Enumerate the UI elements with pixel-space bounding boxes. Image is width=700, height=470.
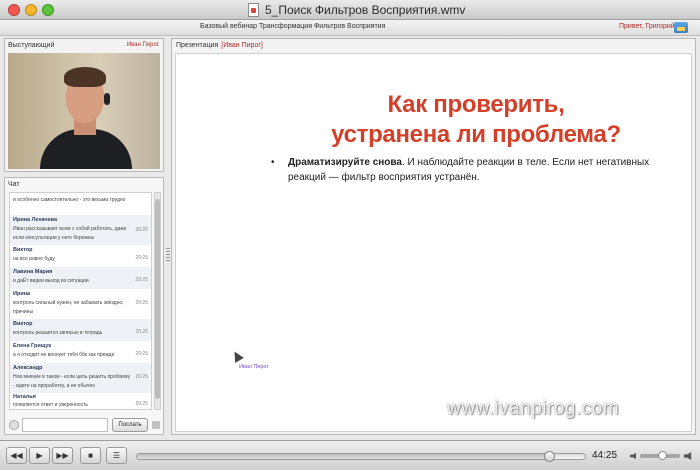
chat-message-text: контроль решается записью в тетрадь [13, 330, 103, 336]
chat-message-author: Ирина [13, 291, 31, 297]
presentation-presenter-tag: [Иван Пирог] [221, 42, 263, 49]
stop-button[interactable]: ■ [80, 447, 101, 464]
watermark: www.ivanpirog.com [447, 398, 620, 419]
chat-panel: Чат и особенно самостоятельно - это весь… [4, 177, 164, 435]
splitter-grip-icon[interactable] [166, 248, 170, 262]
zoom-window-button[interactable] [42, 4, 54, 16]
fast-forward-icon: ▶▶ [56, 451, 69, 460]
presenter-name: Иван Пирог [126, 42, 159, 48]
chat-message-author: Лавина Мария [13, 269, 53, 275]
chat-message: Лавина Мария и даЁт видеи выход из ситуа… [10, 267, 151, 289]
chat-message-text: контроль сильный нужен, не забывать звёз… [13, 300, 124, 315]
chat-message-text: Нов мнение в таком - если цель решить пр… [13, 374, 131, 389]
close-window-button[interactable] [8, 4, 20, 16]
stop-icon: ■ [88, 451, 93, 460]
title-bar: 5_Поиск Фильтров Восприятия.wmv [0, 0, 700, 20]
user-greeting: Привет, Григорий [619, 23, 675, 30]
chat-message-time: 20:25 [135, 374, 148, 380]
playback-time: 44:25 [592, 450, 618, 461]
chat-message-author: Александр [13, 365, 43, 371]
slide-title: Как проверить, устранена ли проблема? [266, 90, 686, 150]
chat-message-author: Елена Грищук [13, 343, 52, 349]
player-controls: ◀◀ ▶ ▶▶ ■ ☰ 44:25 [0, 440, 700, 470]
chat-message: Елена Грищук а я отходит не волнует тебя… [10, 341, 151, 363]
smiley-icon[interactable] [9, 420, 19, 430]
minimize-window-button[interactable] [25, 4, 37, 16]
volume-low-icon[interactable] [630, 453, 636, 459]
fast-forward-button[interactable]: ▶▶ [52, 447, 73, 464]
app-header: Базовый вебинар Трансформация Фильтров В… [0, 20, 700, 36]
send-message-button[interactable]: Послать [112, 418, 148, 432]
presentation-panel: Презентация [Иван Пирог] Как проверить, у… [171, 38, 696, 435]
slide-bullet: Драматизируйте снова. И наблюдайте реакц… [288, 155, 683, 185]
chat-message-author: Виктор [13, 321, 33, 327]
chat-message: Наталья появляется ответ и уверенность 2… [10, 393, 151, 409]
chat-message-text: появляется ответ и уверенность [13, 402, 88, 408]
chat-message-time: 20:25 [135, 401, 148, 407]
headset-mic-icon [104, 93, 110, 105]
play-button[interactable]: ▶ [29, 447, 50, 464]
slide-title-line-2: устранена ли проблема? [331, 121, 621, 148]
volume-high-icon[interactable] [684, 452, 692, 460]
chat-scrollbar-thumb[interactable] [155, 199, 160, 399]
slide-bullet-bold: Драматизируйте снова [288, 157, 402, 168]
chat-message-time: 20:25 [135, 329, 148, 335]
presentation-label-text: Презентация [176, 42, 219, 49]
chat-message-author: Наталья [13, 394, 36, 400]
presenter-pointer-label: Иван Пирог [239, 364, 269, 370]
chat-message: Ирина Лехачева Иван рассказывает всем с … [10, 215, 151, 245]
player-window: 5_Поиск Фильтров Восприятия.wmv Базовый … [0, 0, 700, 470]
seek-bar[interactable] [136, 451, 586, 462]
volume-slider[interactable] [640, 451, 680, 460]
chat-message: Ирина контроль сильный нужен, не забыват… [10, 289, 151, 319]
presenter-panel: Выступающий Иван Пирог [4, 38, 164, 172]
chat-message-text: на все равно буду [13, 256, 55, 262]
chat-message: Александр Нов мнение в таком - если цель… [10, 363, 151, 393]
webinar-title: Базовый вебинар Трансформация Фильтров В… [200, 23, 386, 30]
video-file-icon [248, 3, 259, 17]
playlist-icon: ☰ [112, 451, 121, 460]
chat-panel-title: Чат [8, 181, 20, 188]
presenter-video [8, 53, 160, 169]
rewind-button[interactable]: ◀◀ [6, 447, 27, 464]
chat-message: Виктор контроль решается записью в тетра… [10, 319, 151, 341]
chat-message-text: и особенно самостоятельно - это весьма т… [13, 197, 126, 203]
chat-message-author: Виктор [13, 247, 33, 253]
chat-message: и особенно самостоятельно - это весьма т… [10, 195, 151, 215]
chat-message-text: а я отходит не волнует тебя ббк как преж… [13, 352, 115, 358]
seek-bar-handle[interactable] [544, 451, 556, 462]
chat-message-time: 20:25 [135, 351, 148, 357]
presenter-panel-title: Выступающий [8, 42, 55, 49]
panel-splitter[interactable] [166, 38, 170, 435]
presentation-slide: Как проверить, устранена ли проблема? • … [175, 53, 692, 432]
chat-message-list[interactable]: и особенно самостоятельно - это весьма т… [9, 192, 152, 410]
slide-title-line-1: Как проверить, [387, 91, 565, 118]
play-icon: ▶ [36, 451, 43, 460]
chat-message-author: Ирина Лехачева [13, 217, 58, 223]
chat-message-input[interactable] [22, 418, 108, 432]
chat-scrollbar[interactable] [154, 192, 161, 410]
app-logo-icon [674, 22, 688, 33]
chat-message-time: 20:25 [135, 255, 148, 261]
chat-message-text: и даЁт видеи выход из ситуации [13, 278, 89, 284]
bullet-icon: • [271, 157, 275, 168]
playlist-button[interactable]: ☰ [106, 447, 127, 464]
chat-message: Виктор на все равно буду 20:25 [10, 245, 151, 267]
volume-slider-handle[interactable] [658, 451, 667, 460]
chat-message-time: 20:25 [135, 277, 148, 283]
seek-bar-progress [137, 454, 550, 459]
lock-icon[interactable] [152, 421, 160, 429]
chat-message-text: Иван рассказывает всем с собой работать,… [13, 226, 127, 241]
rewind-icon: ◀◀ [10, 451, 23, 460]
presentation-panel-title: Презентация [Иван Пирог] [176, 42, 263, 49]
chat-message-time: 20:25 [135, 227, 148, 233]
chat-message-time: 20:25 [135, 300, 148, 306]
window-title: 5_Поиск Фильтров Восприятия.wmv [265, 3, 466, 17]
presenter-pointer-icon [230, 349, 244, 363]
chat-input-bar: Послать [9, 418, 161, 432]
